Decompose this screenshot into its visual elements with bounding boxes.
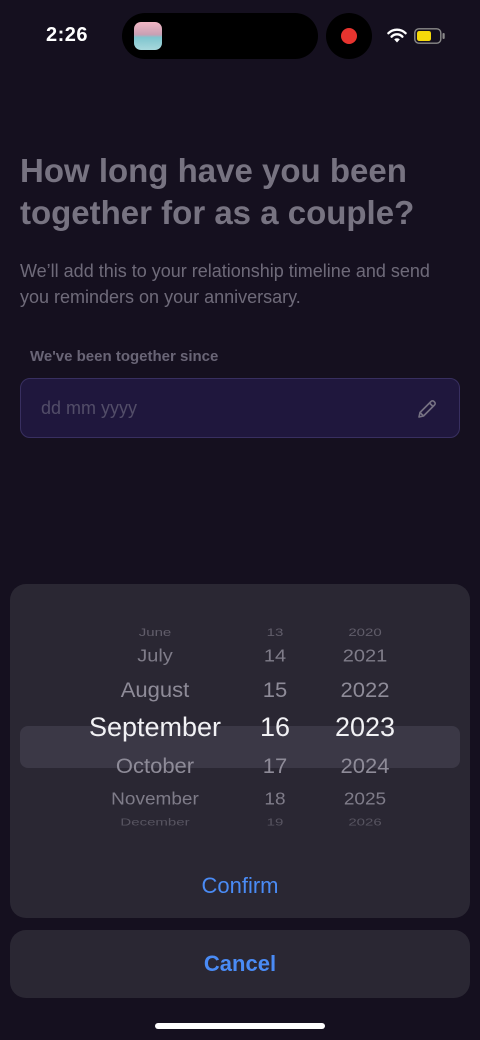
year-wheel-item[interactable]: 2024 [300,755,430,776]
year-wheel-item[interactable]: 2026 [300,817,430,828]
year-wheel-item[interactable]: 2020 [300,626,430,637]
confirm-button[interactable]: Confirm [10,854,470,918]
date-field-label: We've been together since [30,348,219,365]
year-wheel-item-selected[interactable]: 2023 [300,713,430,741]
date-input-field[interactable]: dd mm yyyy [20,378,460,438]
page-title: How long have you been together for as a… [20,152,415,231]
date-placeholder: dd mm yyyy [41,398,138,418]
page-subtitle: We’ll add this to your relationship time… [20,261,430,307]
home-indicator[interactable] [155,1023,325,1029]
date-picker-sheet: June July August September October November De… [10,584,470,918]
date-wheel[interactable]: June July August September October November De… [10,604,470,834]
year-wheel-item[interactable]: 2022 [300,679,430,700]
pencil-icon[interactable] [415,397,439,421]
year-wheel-item[interactable]: 2021 [300,647,430,665]
year-wheel[interactable]: 2020 2021 2022 2023 2024 2025 2026 [300,604,430,834]
cancel-button[interactable]: Cancel [10,930,470,998]
year-wheel-item[interactable]: 2025 [300,790,430,807]
